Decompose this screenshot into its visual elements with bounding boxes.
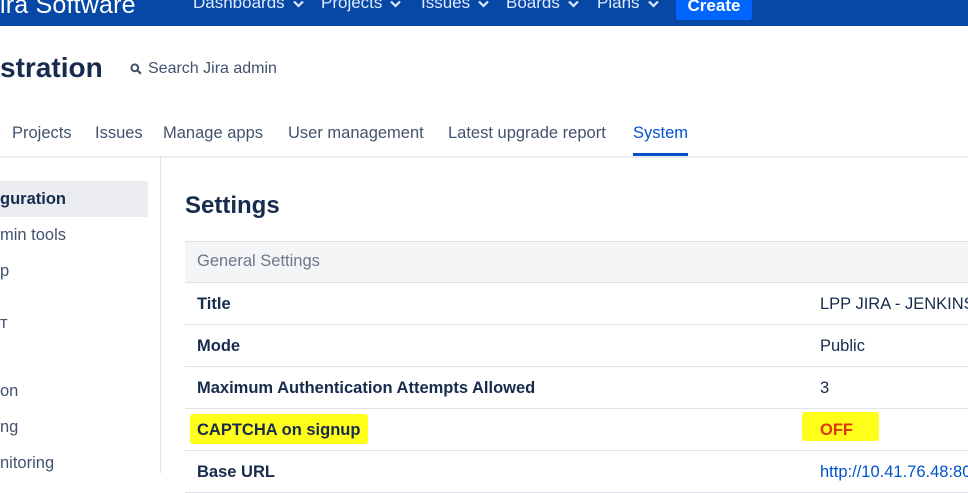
sidebar-item-3[interactable]: p xyxy=(0,262,9,281)
chevron-down-icon xyxy=(390,0,402,13)
admin-tabs: Projects Issues Manage apps User managem… xyxy=(0,122,968,158)
setting-key: CAPTCHA on signup xyxy=(197,421,361,439)
sidebar-item-admin-tools[interactable]: min tools xyxy=(0,226,66,245)
tab-projects[interactable]: Projects xyxy=(12,124,72,143)
nav-label: Projects xyxy=(321,0,383,12)
settings-row-max-auth-attempts: Maximum Authentication Attempts Allowed … xyxy=(185,367,968,409)
search-jira-admin-button[interactable]: Search Jira admin xyxy=(130,60,277,78)
sidebar-item-configuration[interactable]: guration xyxy=(0,181,148,217)
setting-key: Mode xyxy=(197,337,241,355)
search-label: Search Jira admin xyxy=(148,60,277,77)
chevron-down-icon xyxy=(647,0,659,13)
nav-label: Issues xyxy=(421,0,471,12)
settings-heading: Settings xyxy=(185,192,280,219)
status-value-off: OFF xyxy=(820,421,853,439)
setting-key: Maximum Authentication Attempts Allowed xyxy=(197,379,536,397)
tab-user-management[interactable]: User management xyxy=(288,124,424,143)
setting-value: 3 xyxy=(820,379,830,397)
page-title: stration xyxy=(0,52,103,83)
chevron-down-icon xyxy=(568,0,579,13)
sidebar-item-4[interactable]: т xyxy=(0,314,8,333)
setting-value: LPP JIRA - JENKINS d xyxy=(820,295,968,313)
tab-manage-apps[interactable]: Manage apps xyxy=(163,124,263,143)
sidebar-item-monitoring[interactable]: nitoring xyxy=(0,454,54,473)
tab-issues[interactable]: Issues xyxy=(95,124,143,143)
nav-label: Dashboards xyxy=(193,0,285,12)
sidebar-item-label: guration xyxy=(0,190,66,208)
settings-row-title: Title LPP JIRA - JENKINS d xyxy=(185,283,968,325)
top-navigation-bar: ira Software Dashboards Projects Issues … xyxy=(0,0,968,26)
sidebar-item-5[interactable]: on xyxy=(0,382,18,401)
nav-projects[interactable]: Projects xyxy=(321,0,402,13)
nav-boards[interactable]: Boards xyxy=(506,0,579,13)
sidebar-divider xyxy=(160,156,161,473)
chevron-down-icon xyxy=(292,0,304,13)
settings-row-mode: Mode Public xyxy=(185,325,968,367)
setting-key: Title xyxy=(197,295,231,313)
general-settings-header: General Settings xyxy=(185,241,968,283)
tab-latest-upgrade-report[interactable]: Latest upgrade report xyxy=(448,124,606,143)
sidebar-item-6[interactable]: ng xyxy=(0,418,18,437)
create-button[interactable]: Create xyxy=(676,0,752,20)
settings-row-captcha: CAPTCHA on signup OFF xyxy=(185,409,968,451)
nav-label: Boards xyxy=(506,0,560,12)
nav-plans[interactable]: Plans xyxy=(597,0,659,13)
group-title: General Settings xyxy=(197,252,320,270)
settings-row-base-url: Base URL http://10.41.76.48:80 xyxy=(185,451,968,493)
product-logo-text[interactable]: ira Software xyxy=(0,0,136,20)
search-icon xyxy=(130,63,142,75)
chevron-down-icon xyxy=(478,0,489,13)
setting-value: Public xyxy=(820,337,865,355)
nav-issues[interactable]: Issues xyxy=(421,0,489,13)
nav-label: Plans xyxy=(597,0,640,12)
tab-system[interactable]: System xyxy=(633,124,689,156)
nav-dashboards[interactable]: Dashboards xyxy=(193,0,304,13)
